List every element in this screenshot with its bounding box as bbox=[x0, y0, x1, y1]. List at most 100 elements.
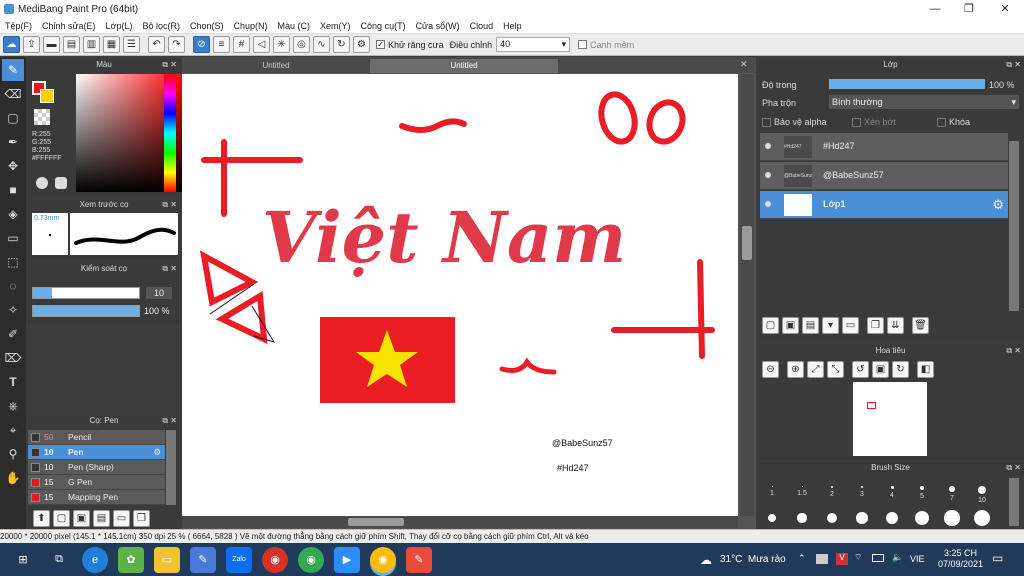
brush-size-option[interactable] bbox=[818, 506, 846, 528]
transparent-swatch[interactable] bbox=[34, 109, 50, 125]
battery-icon[interactable] bbox=[872, 554, 884, 562]
menu-color[interactable]: Màu (C) bbox=[273, 21, 316, 31]
layer-folder-icon[interactable]: ▭ bbox=[842, 317, 859, 334]
brush-list-item[interactable]: 10 Pen ⚙ bbox=[28, 445, 165, 460]
vertical-scrollbar[interactable] bbox=[740, 74, 754, 516]
brush-folder-icon[interactable]: ▭ bbox=[113, 510, 130, 527]
brush-tool-icon[interactable]: ✎ bbox=[2, 59, 24, 81]
brush-size-option[interactable]: 5 bbox=[908, 476, 936, 506]
brush-list-item[interactable]: 15 Mapping Pen bbox=[28, 490, 165, 505]
menu-edit[interactable]: Chỉnh sửa(E) bbox=[37, 21, 101, 31]
new-layer-icon[interactable]: ▢ bbox=[762, 317, 779, 334]
move-tool-icon[interactable]: ✥ bbox=[2, 155, 24, 177]
drawing-canvas[interactable]: Việt Nam @BabeSunz57 #Hd247 bbox=[182, 74, 738, 516]
vanish-snap-icon[interactable]: ◁ bbox=[253, 36, 270, 53]
save-icon[interactable]: ▤ bbox=[63, 36, 80, 53]
menu-cloud[interactable]: Cloud bbox=[465, 21, 499, 31]
panel-options-icon[interactable]: ⧉ ✕ bbox=[1006, 59, 1021, 71]
menu-tools[interactable]: Công cụ(T) bbox=[356, 21, 411, 31]
tab-untitled-2[interactable]: Untitled bbox=[370, 59, 558, 73]
brush-size-option[interactable]: 1 bbox=[758, 476, 786, 506]
bucket-tool-icon[interactable]: ◈ bbox=[2, 203, 24, 225]
horizontal-scroll-thumb[interactable] bbox=[348, 518, 404, 526]
brush-size-option[interactable] bbox=[848, 506, 876, 528]
menu-view[interactable]: Xem(Y) bbox=[315, 21, 356, 31]
adjust-select[interactable]: 40 ▾ bbox=[496, 37, 571, 52]
brush-list-scrollbar[interactable] bbox=[166, 430, 176, 505]
lock-option[interactable]: Khóa bbox=[937, 117, 970, 127]
panel-options-icon[interactable]: ⧉ ✕ bbox=[1006, 462, 1021, 474]
menu-snap[interactable]: Chụp(N) bbox=[229, 21, 273, 31]
antialias-checkbox[interactable]: ✓ bbox=[376, 40, 385, 49]
brush-list-item[interactable]: 50 Pencil bbox=[28, 430, 165, 445]
redo-icon[interactable]: ↷ bbox=[168, 36, 185, 53]
layer-menu-icon[interactable]: ▾ bbox=[822, 317, 839, 334]
task-view-icon[interactable]: ⧉ bbox=[46, 547, 72, 573]
windows-start-icon[interactable]: ⊞ bbox=[10, 547, 36, 573]
brush-size-option[interactable]: 7 bbox=[938, 476, 966, 506]
hand-tool-icon[interactable]: ✋ bbox=[2, 467, 24, 489]
vertical-scroll-thumb[interactable] bbox=[742, 226, 752, 260]
chrome-icon-2[interactable]: ◉ bbox=[298, 546, 324, 573]
brush-size-option[interactable] bbox=[758, 506, 786, 528]
menu-select[interactable]: Chọn(S) bbox=[185, 21, 229, 31]
visibility-icon[interactable] bbox=[765, 201, 771, 207]
clipping-checkbox[interactable] bbox=[852, 117, 861, 127]
restore-icon[interactable]: ❐ bbox=[952, 0, 986, 18]
select-tool-icon[interactable]: ⬚ bbox=[2, 251, 24, 273]
palette-icon[interactable] bbox=[36, 177, 48, 189]
menu-filter[interactable]: Bộ lọc(R) bbox=[137, 21, 185, 31]
rotate-icon[interactable]: ↻ bbox=[333, 36, 350, 53]
protect-alpha-option[interactable]: Bảo vệ alpha bbox=[762, 117, 827, 127]
notification-icon[interactable]: ▭ bbox=[992, 551, 1003, 565]
brush-size-option[interactable] bbox=[788, 506, 816, 528]
layer-row[interactable]: #Hd247 #Hd247 bbox=[760, 133, 1008, 161]
navigator-thumbnail[interactable] bbox=[853, 382, 927, 456]
brush-copy-icon[interactable]: ▤ bbox=[93, 510, 110, 527]
layers-icon[interactable]: ▦ bbox=[103, 36, 120, 53]
medibang-icon[interactable]: ✎ bbox=[406, 546, 432, 573]
lock-checkbox[interactable] bbox=[937, 117, 946, 127]
tray-arrow-icon[interactable]: ⌃ bbox=[798, 553, 806, 564]
brush-size-option[interactable]: 1.5 bbox=[788, 476, 816, 506]
panel-options-icon[interactable]: ⧉ ✕ bbox=[1006, 345, 1021, 357]
secondary-color-swatch[interactable] bbox=[40, 89, 54, 103]
delete-layer-icon[interactable]: 🗑 bbox=[912, 317, 929, 334]
hue-slider[interactable] bbox=[164, 74, 176, 192]
visibility-icon[interactable] bbox=[765, 143, 771, 149]
new-halftone-layer-icon[interactable]: ▣ bbox=[782, 317, 799, 334]
rotate-left-icon[interactable]: ↺ bbox=[852, 361, 869, 378]
brush-menu-icon[interactable]: ▣ bbox=[73, 510, 90, 527]
brush-size-slider[interactable] bbox=[32, 287, 140, 299]
brush-list-item[interactable]: 10 Pen (Sharp) bbox=[28, 460, 165, 475]
close-icon[interactable]: ✕ bbox=[988, 0, 1022, 18]
tray-app-icon[interactable] bbox=[816, 554, 828, 564]
layer-opacity-slider[interactable] bbox=[829, 79, 985, 89]
layer-row[interactable]: @BabeSunz57 @BabeSunz57 bbox=[760, 162, 1008, 190]
layer-list-scrollbar[interactable] bbox=[1009, 141, 1019, 311]
settings-icon[interactable]: ⚙ bbox=[353, 36, 370, 53]
brush-size-value[interactable]: 10 bbox=[146, 287, 172, 299]
color-picker-icon[interactable] bbox=[55, 177, 67, 189]
chrome-icon[interactable]: ◉ bbox=[262, 546, 288, 573]
magic-wand-tool-icon[interactable]: ✧ bbox=[2, 299, 24, 321]
reset-rotate-icon[interactable]: ▣ bbox=[872, 361, 889, 378]
curve-snap-icon[interactable]: ∿ bbox=[313, 36, 330, 53]
snap-option[interactable]: Canh mềm bbox=[578, 40, 634, 50]
brush-opacity-slider[interactable] bbox=[32, 305, 140, 317]
share-icon[interactable]: ⇪ bbox=[23, 36, 40, 53]
actual-size-icon[interactable]: ⤡ bbox=[827, 361, 844, 378]
blend-mode-select[interactable]: Bình thường ▾ bbox=[829, 95, 1019, 109]
brush-duplicate-icon[interactable]: ❐ bbox=[133, 510, 150, 527]
undo-icon[interactable]: ↶ bbox=[148, 36, 165, 53]
clock[interactable]: 3:25 CH 07/09/2021 bbox=[938, 548, 983, 570]
tray-v-icon[interactable]: V bbox=[836, 553, 848, 565]
gear-icon[interactable]: ⚙ bbox=[992, 197, 1004, 213]
cross-snap-icon[interactable]: # bbox=[233, 36, 250, 53]
cloud-icon[interactable]: ☁ bbox=[3, 36, 20, 53]
paint-app-icon[interactable]: ✎ bbox=[190, 546, 216, 573]
merge-layer-icon[interactable]: ⇊ bbox=[887, 317, 904, 334]
brush-size-option[interactable]: 4 bbox=[878, 476, 906, 506]
chrome-active-icon[interactable]: ◉ bbox=[370, 546, 396, 573]
zoom-icon[interactable]: ▶ bbox=[334, 546, 360, 573]
